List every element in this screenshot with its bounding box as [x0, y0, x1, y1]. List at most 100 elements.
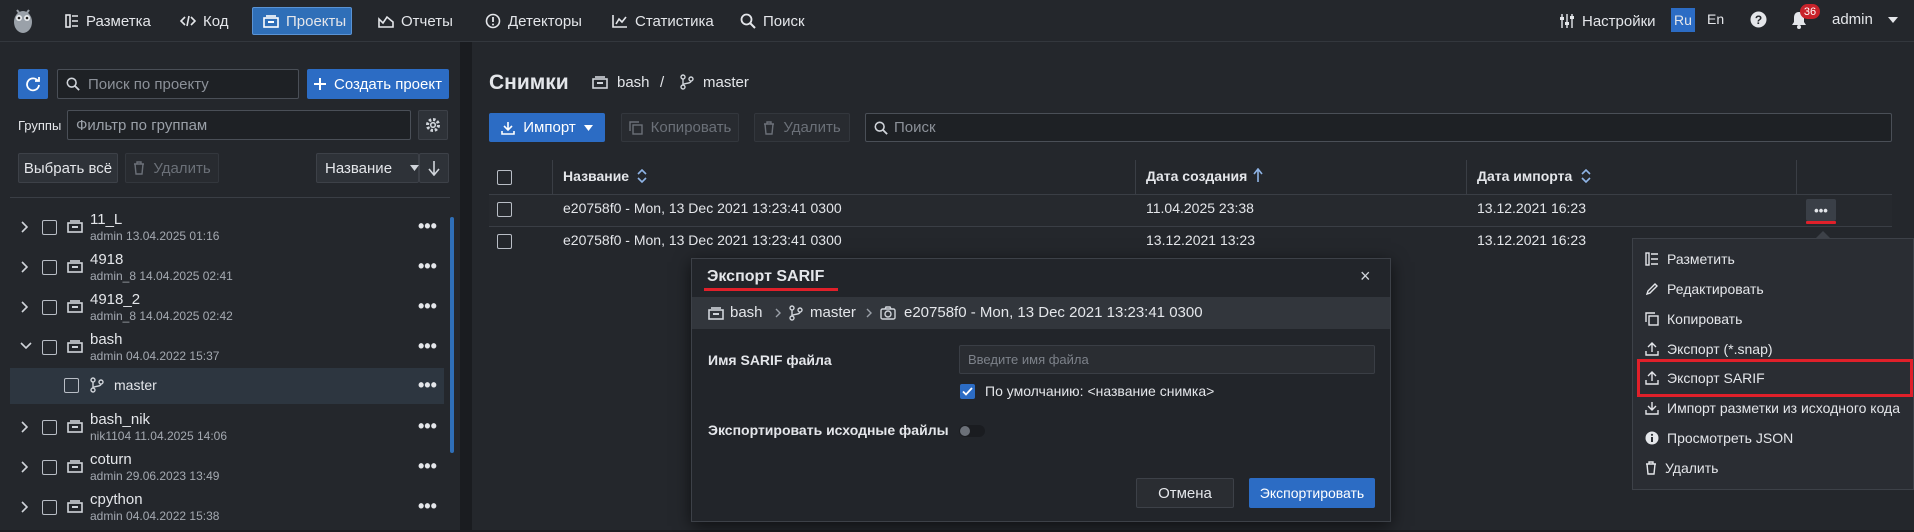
chevron-right-icon[interactable] — [21, 301, 28, 313]
tree-item-11-l[interactable]: 11_L admin 13.04.2025 01:16 ••• — [10, 207, 444, 247]
column-created[interactable]: Дата создания — [1146, 168, 1247, 184]
tree-item-bash[interactable]: bash admin 04.04.2022 15:37 ••• — [10, 327, 444, 367]
tree-item-cpython[interactable]: cpython admin 04.04.2022 15:38 ••• — [10, 487, 444, 527]
lang-en-button[interactable]: En — [1707, 11, 1724, 27]
tree-item-bash-nik[interactable]: bash_nik nik1104 11.04.2025 14:06 ••• — [10, 407, 444, 447]
menu-item-export-snap[interactable]: Экспорт (*.snap) — [1645, 337, 1773, 361]
groups-filter-input[interactable]: Фильтр по группам — [67, 110, 411, 140]
export-sources-toggle[interactable] — [959, 425, 985, 437]
chevron-right-icon[interactable] — [21, 261, 28, 273]
chevron-right-icon[interactable] — [21, 221, 28, 233]
sarif-filename-input[interactable]: Введите имя файла — [959, 345, 1375, 374]
select-all-label: Выбрать всё — [23, 159, 113, 177]
nav-code[interactable]: Код — [170, 7, 239, 35]
sort-direction-button[interactable] — [419, 153, 449, 183]
more-icon[interactable]: ••• — [418, 457, 437, 475]
nav-markup[interactable]: Разметка — [55, 7, 161, 35]
tree-checkbox[interactable] — [42, 260, 57, 275]
column-created-label: Дата создания — [1146, 168, 1248, 184]
import-icon — [501, 121, 516, 135]
user-menu[interactable]: admin — [1832, 11, 1873, 28]
more-icon[interactable]: ••• — [418, 376, 437, 394]
chevron-right-icon[interactable] — [21, 501, 28, 513]
row-checkbox[interactable] — [497, 202, 512, 217]
menu-item-label: Импорт разметки из исходного кода — [1667, 400, 1901, 416]
close-icon[interactable]: × — [1360, 266, 1371, 287]
project-search-input[interactable]: Поиск по проекту — [57, 69, 299, 99]
project-icon — [67, 499, 83, 513]
more-icon[interactable]: ••• — [418, 417, 437, 435]
more-icon[interactable]: ••• — [418, 297, 437, 315]
default-name-checkbox[interactable] — [960, 384, 975, 399]
tree-item-master[interactable]: master ••• — [10, 368, 444, 404]
tree-checkbox[interactable] — [42, 460, 57, 475]
tree-checkbox[interactable] — [42, 300, 57, 315]
tree-checkbox[interactable] — [42, 500, 57, 515]
tree-item-4918-2[interactable]: 4918_2 admin_8 14.04.2025 02:42 ••• — [10, 287, 444, 327]
more-icon[interactable]: ••• — [418, 217, 437, 235]
chevron-down-icon[interactable] — [20, 342, 32, 349]
gear-icon — [424, 116, 442, 134]
menu-item-markup[interactable]: Разметить — [1645, 247, 1735, 271]
breadcrumb-branch[interactable]: master — [703, 74, 749, 91]
refresh-button[interactable] — [18, 69, 48, 99]
more-icon[interactable]: ••• — [418, 337, 437, 355]
tree-checkbox[interactable] — [42, 220, 57, 235]
panel-splitter[interactable] — [460, 42, 472, 530]
select-all-button[interactable]: Выбрать всё — [18, 153, 118, 183]
sort-icon[interactable] — [1581, 169, 1591, 183]
row-checkbox[interactable] — [497, 234, 512, 249]
menu-item-export-sarif[interactable]: Экспорт SARIF — [1645, 366, 1765, 390]
nav-detectors[interactable]: Детекторы — [475, 7, 592, 35]
tree-item-coturn[interactable]: coturn admin 29.06.2023 13:49 ••• — [10, 447, 444, 487]
info-icon — [1645, 431, 1659, 445]
chevron-right-icon[interactable] — [21, 421, 28, 433]
nav-projects[interactable]: Проекты — [252, 7, 352, 35]
tree-item-4918[interactable]: 4918 admin_8 14.04.2025 02:41 ••• — [10, 247, 444, 287]
menu-item-copy[interactable]: Копировать — [1645, 307, 1742, 331]
user-name: admin — [1832, 11, 1873, 28]
menu-item-label: Экспорт (*.snap) — [1667, 341, 1773, 357]
more-icon[interactable]: ••• — [418, 497, 437, 515]
menu-item-delete[interactable]: Удалить — [1645, 456, 1718, 480]
lang-ru-button[interactable]: Ru — [1671, 8, 1695, 32]
copy-button[interactable]: Копировать — [621, 113, 739, 142]
app-logo-icon[interactable] — [10, 6, 36, 34]
column-name[interactable]: Название — [563, 168, 629, 184]
nav-settings[interactable]: Настройки — [1549, 7, 1666, 35]
column-imported[interactable]: Дата импорта — [1477, 168, 1572, 184]
menu-item-label: Разметить — [1667, 251, 1735, 267]
dialog-title: Экспорт SARIF — [707, 268, 825, 285]
row-imported: 13.12.2021 16:23 — [1477, 232, 1586, 248]
snapshot-search-input[interactable]: Поиск — [865, 113, 1892, 142]
nav-search[interactable]: Поиск — [730, 7, 815, 35]
delete-button[interactable]: Удалить — [754, 113, 850, 142]
cancel-button[interactable]: Отмена — [1136, 478, 1234, 508]
left-delete-button[interactable]: Удалить — [125, 153, 219, 183]
help-icon[interactable]: ? — [1750, 11, 1767, 28]
tree-checkbox[interactable] — [42, 420, 57, 435]
menu-item-view-json[interactable]: Просмотреть JSON — [1645, 426, 1793, 450]
sort-select[interactable]: Название — [316, 153, 420, 183]
export-button[interactable]: Экспортировать — [1249, 478, 1375, 508]
tree-checkbox[interactable] — [42, 340, 57, 355]
import-button[interactable]: Импорт — [489, 113, 605, 142]
groups-settings-button[interactable] — [418, 110, 448, 140]
select-all-checkbox[interactable] — [497, 170, 512, 185]
tree-checkbox[interactable] — [64, 378, 79, 393]
create-project-button[interactable]: Создать проект — [307, 69, 449, 99]
sort-ascending-icon[interactable] — [1253, 168, 1263, 183]
breadcrumb-project[interactable]: bash — [617, 74, 650, 91]
tree-item-meta: admin 04.04.2022 15:37 — [90, 349, 220, 363]
menu-item-import-markup[interactable]: Импорт разметки из исходного кода — [1645, 396, 1900, 420]
sort-icon[interactable] — [637, 169, 647, 183]
project-icon — [592, 75, 608, 89]
tree-scrollbar[interactable] — [450, 217, 454, 453]
chevron-right-icon — [775, 308, 781, 318]
nav-reports[interactable]: Отчеты — [368, 7, 463, 35]
nav-statistics[interactable]: Статистика — [602, 7, 724, 35]
menu-item-edit[interactable]: Редактировать — [1645, 277, 1764, 301]
more-icon[interactable]: ••• — [418, 257, 437, 275]
row-actions-button[interactable]: ••• — [1806, 199, 1836, 221]
chevron-right-icon[interactable] — [21, 461, 28, 473]
